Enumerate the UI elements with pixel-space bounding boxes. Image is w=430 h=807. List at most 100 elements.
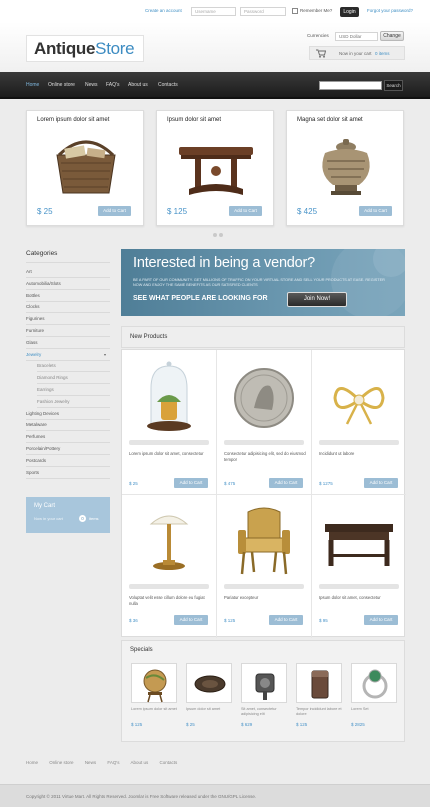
search-button[interactable]: Search	[384, 80, 403, 91]
add-to-cart-button[interactable]: Add to Cart	[98, 206, 131, 216]
nav-item-online-store[interactable]: Online store	[48, 72, 75, 99]
product-name[interactable]: Voluptat velit esse cillum dolore eu fug…	[129, 595, 211, 606]
product-card[interactable]: Pariatur excepteur $ 125 Add to Cart	[217, 494, 311, 638]
category-item[interactable]: Jewelry	[26, 352, 110, 357]
product-card[interactable]: Ipsum dolor sit amet, consectetur $ 95 A…	[312, 494, 406, 638]
product-name[interactable]: Incididunt ut labore	[319, 451, 401, 457]
header-cart-text: Now in your cart	[339, 51, 372, 56]
category-item[interactable]: Metalware	[26, 422, 110, 427]
footer-link[interactable]: About us	[130, 760, 148, 765]
special-name[interactable]: Lorem ipsum dolor sit amet	[131, 707, 179, 712]
vendor-banner[interactable]: Interested in being a vendor? BE A PART …	[121, 249, 405, 316]
password-input[interactable]: Password	[240, 7, 286, 16]
logo[interactable]: AntiqueStore	[26, 35, 144, 62]
new-products-grid: Lorem ipsum dolor sit amet, consectetur …	[121, 349, 406, 638]
product-name[interactable]: Pariatur excepteur	[224, 595, 306, 601]
username-input[interactable]: Username	[191, 7, 236, 16]
special-card[interactable]	[351, 663, 397, 703]
top-utility-bar: Create an account Username Password Reme…	[0, 0, 430, 22]
header-cart-items[interactable]: 0 items	[375, 51, 390, 56]
featured-card[interactable]: Ipsum dolor sit amet $ 125 Add to Cart	[156, 110, 274, 226]
special-name[interactable]: Sit amet, consectetur adipisicing elit	[241, 707, 289, 717]
new-products-title: New Products	[130, 334, 168, 340]
currency-change-button[interactable]: Change	[380, 31, 404, 41]
category-item[interactable]: Figurines	[26, 316, 110, 321]
add-to-cart-button[interactable]: Add to Cart	[229, 206, 262, 216]
forgot-password-link[interactable]: Forgot your password?	[367, 8, 413, 13]
chevron-down-icon[interactable]: ▾	[104, 352, 106, 357]
search-input[interactable]	[319, 81, 382, 90]
special-card[interactable]	[241, 663, 287, 703]
category-item[interactable]: Lighting Devices	[26, 411, 110, 416]
category-item[interactable]: Diamond Rings	[37, 375, 110, 380]
featured-title[interactable]: Ipsum dolor sit amet	[167, 117, 221, 123]
footer-link[interactable]: Online store	[49, 760, 73, 765]
category-item[interactable]: Art	[26, 269, 110, 274]
category-item[interactable]: Furniture	[26, 328, 110, 333]
special-name[interactable]: Ipsum dolor sit amet	[186, 707, 234, 712]
category-item[interactable]: Porcelain/Pottery	[26, 446, 110, 451]
globe-icon	[143, 669, 167, 703]
remember-label: Remember Me?	[300, 8, 333, 13]
footer-link[interactable]: News	[85, 760, 96, 765]
special-card[interactable]	[296, 663, 342, 703]
product-card[interactable]: Voluptat velit esse cillum dolore eu fug…	[122, 494, 216, 638]
add-to-cart-button[interactable]: Add to Cart	[174, 478, 208, 488]
featured-price: $ 125	[167, 207, 188, 216]
slider-dot[interactable]	[213, 233, 217, 237]
product-price: $ 25	[129, 481, 138, 486]
product-name[interactable]: Consectetur adipisicing elit, sed do eiu…	[224, 451, 306, 462]
header-cart-box[interactable]: Now in your cart 0 items	[309, 46, 405, 60]
add-to-cart-button[interactable]: Add to Cart	[269, 478, 303, 488]
footer-link[interactable]: FAQ's	[107, 760, 119, 765]
nav-item-about[interactable]: About us	[128, 72, 148, 99]
nav-item-contacts[interactable]: Contacts	[158, 72, 178, 99]
special-name[interactable]: Lorem Set	[351, 707, 399, 712]
add-to-cart-button[interactable]: Add to Cart	[364, 478, 398, 488]
product-card[interactable]: Incididunt ut labore $ 1275 Add to Cart	[312, 350, 406, 494]
footer-link[interactable]: Home	[26, 760, 38, 765]
featured-title[interactable]: Magna set dolor sit amet	[297, 117, 363, 123]
special-card[interactable]	[186, 663, 232, 703]
category-item[interactable]: Clocks	[26, 304, 110, 309]
featured-card[interactable]: Magna set dolor sit amet $ 425 Add to Ca…	[286, 110, 404, 226]
category-item[interactable]: Automobilia/Slots	[26, 281, 110, 286]
remember-checkbox[interactable]	[292, 8, 298, 14]
product-price: $ 125	[224, 618, 236, 623]
footer-link[interactable]: Contacts	[160, 760, 178, 765]
add-to-cart-button[interactable]: Add to Cart	[359, 206, 392, 216]
wicker-basket-icon	[56, 140, 116, 194]
join-now-button[interactable]: Join Now!	[287, 292, 347, 307]
category-item[interactable]: Perfumes	[26, 434, 110, 439]
logo-part2: Store	[95, 39, 135, 58]
slider-pagination[interactable]	[213, 233, 225, 239]
login-button[interactable]: Login	[340, 7, 359, 17]
nav-item-home[interactable]: Home	[26, 72, 39, 99]
category-item[interactable]: Glass	[26, 340, 110, 345]
my-cart-box[interactable]: My Cart Now in your cart 0 items	[26, 497, 110, 533]
category-item[interactable]: Postcards	[26, 458, 110, 463]
divider	[37, 395, 110, 396]
category-item[interactable]: Bottles	[26, 293, 110, 298]
featured-card[interactable]: Lorem ipsum dolor sit amet $ 25 Add to C…	[26, 110, 144, 226]
product-name[interactable]: Lorem ipsum dolor sit amet, consectetur	[129, 451, 211, 457]
nav-item-news[interactable]: News	[85, 72, 98, 99]
currency-select[interactable]: USD Dollar	[335, 32, 378, 41]
add-to-cart-button[interactable]: Add to Cart	[174, 615, 208, 625]
featured-title[interactable]: Lorem ipsum dolor sit amet	[37, 117, 109, 123]
product-card[interactable]: Consectetur adipisicing elit, sed do eiu…	[217, 350, 311, 494]
create-account-link[interactable]: Create an account	[145, 8, 182, 13]
add-to-cart-button[interactable]: Add to Cart	[269, 615, 303, 625]
product-card[interactable]: Lorem ipsum dolor sit amet, consectetur …	[122, 350, 216, 494]
special-name[interactable]: Tempor incididunt labore et dolore	[296, 707, 344, 717]
add-to-cart-button[interactable]: Add to Cart	[364, 615, 398, 625]
category-item[interactable]: Fashion Jewelry	[37, 399, 110, 404]
slider-dot[interactable]	[219, 233, 223, 237]
category-item[interactable]: Earrings	[37, 387, 110, 392]
product-name[interactable]: Ipsum dolor sit amet, consectetur	[319, 595, 401, 601]
category-item[interactable]: Sports	[26, 470, 110, 475]
desk-lamp-icon	[149, 515, 189, 570]
category-item[interactable]: Bracelets	[37, 363, 110, 368]
nav-item-faqs[interactable]: FAQ's	[106, 72, 119, 99]
special-card[interactable]	[131, 663, 177, 703]
